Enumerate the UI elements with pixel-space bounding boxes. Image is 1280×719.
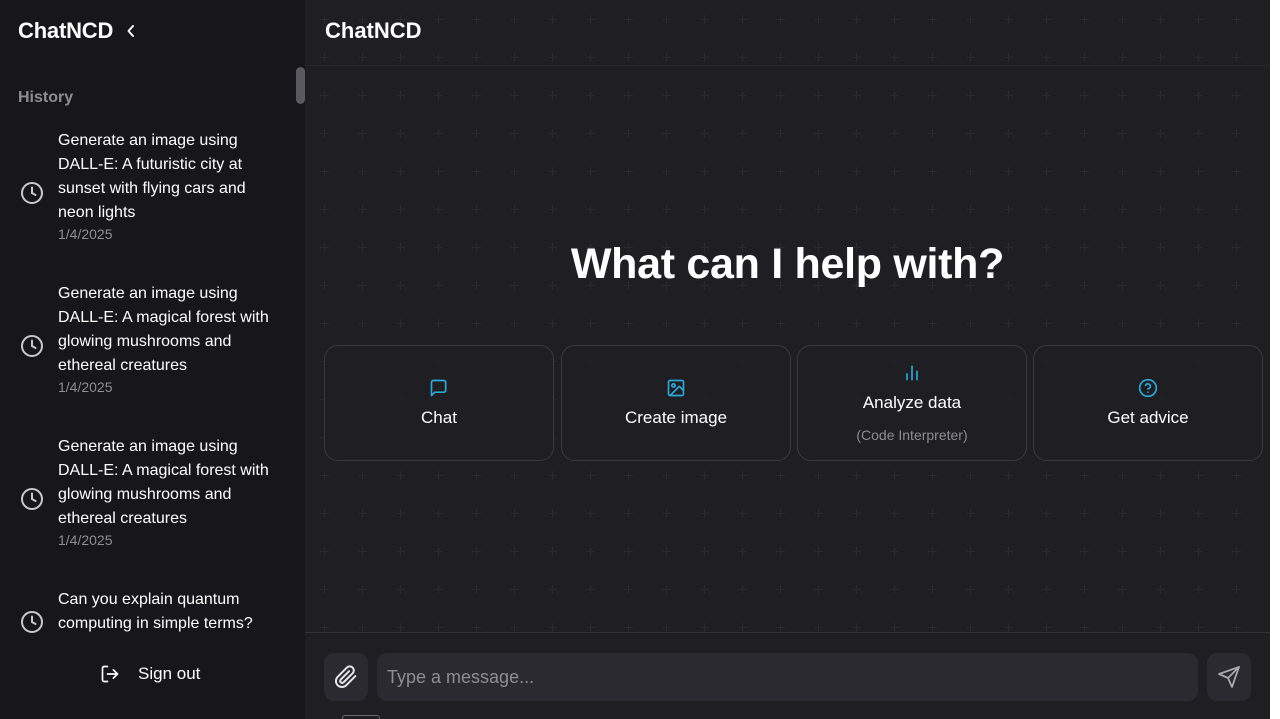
analyze-data-card[interactable]: Analyze data (Code Interpreter) (797, 345, 1027, 461)
main-scrollbar[interactable] (1270, 0, 1280, 719)
sidebar-scrollbar[interactable] (296, 67, 305, 104)
history-item-title: Generate an image using DALL-E: A magica… (58, 438, 269, 527)
clock-icon (21, 611, 43, 633)
clock-icon (21, 335, 43, 357)
image-icon (667, 379, 685, 397)
main-panel: ChatNCD What can I help with? Chat Creat… (305, 0, 1270, 719)
page-title: ChatNCD (325, 18, 422, 43)
clock-icon (21, 488, 43, 510)
hero-heading: What can I help with? (570, 240, 1005, 288)
chat-card[interactable]: Chat (324, 345, 554, 461)
sign-out-button[interactable]: Sign out (100, 664, 200, 684)
card-label: Create image (624, 408, 728, 427)
message-square-icon (430, 379, 447, 397)
send-icon (1218, 666, 1240, 688)
card-label: Chat (421, 408, 457, 427)
get-advice-card[interactable]: Get advice (1033, 345, 1263, 461)
help-circle-icon (1138, 378, 1158, 398)
history-label: History (18, 89, 74, 106)
app-window: ChatNCD History Generate an image using … (0, 0, 1280, 719)
card-label: Get advice (1107, 408, 1189, 427)
history-item-title: Generate an image using DALL-E: A futuri… (58, 132, 246, 221)
history-item[interactable]: Generate an image using DALL-E: A magica… (0, 435, 295, 563)
history-item[interactable]: Generate an image using DALL-E: A magica… (0, 282, 295, 410)
clock-icon (21, 182, 43, 204)
history-item-date: 1/4/2025 (58, 532, 113, 548)
message-input[interactable] (377, 653, 1198, 701)
log-out-icon (101, 665, 119, 683)
bottom-edge-control (342, 715, 380, 719)
history-item-date: 1/4/2025 (58, 226, 113, 242)
chevron-left-icon (127, 25, 135, 37)
history-item[interactable]: Generate an image using DALL-E: A futuri… (0, 129, 295, 257)
history-item-date: 1/4/2025 (58, 379, 113, 395)
collapse-sidebar-button[interactable] (123, 21, 139, 41)
create-image-card[interactable]: Create image (561, 345, 791, 461)
history-item-title: Can you explain quantum computing in sim… (58, 591, 253, 632)
send-button[interactable] (1207, 653, 1251, 701)
sidebar: ChatNCD History Generate an image using … (0, 0, 305, 719)
attach-button[interactable] (324, 653, 368, 701)
sidebar-header: ChatNCD (18, 18, 139, 44)
composer-divider (305, 632, 1270, 633)
card-sublabel: (Code Interpreter) (856, 427, 968, 443)
card-label: Analyze data (862, 393, 962, 412)
sign-out-label: Sign out (138, 664, 201, 683)
sidebar-title: ChatNCD (18, 18, 114, 43)
history-list: Generate an image using DALL-E: A futuri… (0, 120, 295, 635)
main-header: ChatNCD (305, 0, 1270, 66)
history-item-title: Generate an image using DALL-E: A magica… (58, 285, 269, 374)
bar-chart-icon (906, 365, 918, 381)
paperclip-icon (335, 665, 357, 688)
history-item[interactable]: Can you explain quantum computing in sim… (0, 588, 295, 635)
